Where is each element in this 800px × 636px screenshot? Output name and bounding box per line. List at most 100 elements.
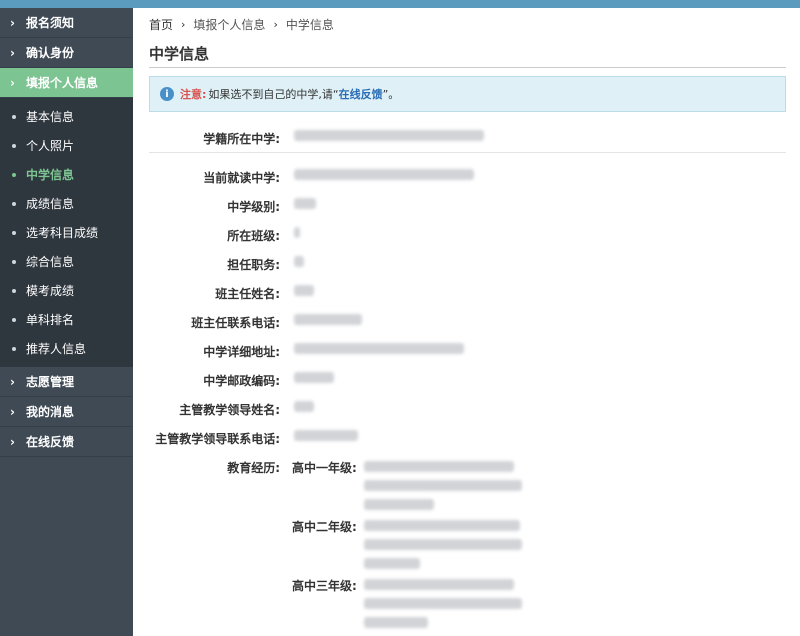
chevron-right-icon: ›	[273, 17, 278, 31]
form-row-current-school: 当前就读中学:	[149, 163, 786, 192]
sub-item-referee-info[interactable]: 推荐人信息	[0, 334, 133, 363]
nav-item-label: 在线反馈	[26, 435, 75, 449]
online-feedback-link[interactable]: 在线反馈	[339, 86, 383, 102]
chevron-right-icon: ›	[10, 434, 15, 449]
field-value-redacted	[294, 163, 474, 183]
main-content: 首页 › 填报个人信息 › 中学信息 中学信息 i 注意: 如果选不到自己的中学…	[149, 8, 786, 636]
form-row-leader-phone: 主管教学领导联系电话:	[149, 424, 786, 453]
sub-item-basic-info[interactable]: 基本信息	[0, 102, 133, 131]
sub-item-label: 成绩信息	[26, 197, 75, 211]
bullet-icon	[12, 172, 16, 177]
form-row-school-registry: 学籍所在中学:	[149, 124, 786, 153]
field-label: 学籍所在中学:	[203, 132, 280, 146]
breadcrumb-current: 中学信息	[285, 17, 334, 32]
nav-item-registration-notice[interactable]: › 报名须知	[0, 8, 133, 38]
field-label: 担任职务:	[227, 258, 280, 272]
nav-item-application-management[interactable]: › 志愿管理	[0, 367, 133, 397]
form-row-postal-code: 中学邮政编码:	[149, 366, 786, 395]
sub-item-school-info[interactable]: 中学信息	[0, 160, 133, 189]
breadcrumb-level2[interactable]: 填报个人信息	[193, 16, 265, 33]
notice-text-after: ”。	[382, 88, 400, 101]
subnav-personal-info: 基本信息 个人照片 中学信息 成绩信息 选考科目成绩 综合信息 模考成绩 单科排…	[0, 98, 133, 367]
bullet-icon	[12, 201, 16, 206]
sub-item-comprehensive-info[interactable]: 综合信息	[0, 247, 133, 276]
notice-text-before: 如果选不到自己的中学,请“	[208, 88, 339, 101]
nav-item-online-feedback[interactable]: › 在线反馈	[0, 427, 133, 457]
bullet-icon	[12, 114, 16, 119]
sub-item-elective-grades[interactable]: 选考科目成绩	[0, 218, 133, 247]
nav-item-label: 我的消息	[26, 405, 75, 419]
form-row-head-teacher-phone: 班主任联系电话:	[149, 308, 786, 337]
education-grade1: 高中一年级:	[292, 459, 522, 510]
field-value-redacted	[294, 424, 358, 444]
field-label: 班主任姓名:	[215, 287, 280, 301]
field-value-redacted	[294, 192, 316, 212]
form-row-position: 担任职务:	[149, 250, 786, 279]
field-label: 主管教学领导联系电话:	[155, 432, 280, 446]
form-row-education: 教育经历: 高中一年级: 高中二年级: 高中三年级:	[149, 453, 786, 636]
chevron-right-icon: ›	[10, 75, 15, 90]
nav-item-fill-personal-info[interactable]: › 填报个人信息	[0, 68, 133, 98]
sub-item-label: 中学信息	[26, 168, 75, 182]
nav-item-label: 报名须知	[26, 16, 75, 30]
bullet-icon	[12, 230, 16, 235]
bullet-icon	[12, 317, 16, 322]
field-label: 教育经历:	[227, 461, 280, 475]
field-value-redacted	[294, 337, 464, 357]
field-label: 中学级别:	[227, 200, 280, 214]
nav-item-confirm-identity[interactable]: › 确认身份	[0, 38, 133, 68]
nav-item-label: 填报个人信息	[26, 76, 99, 90]
notice-box: i 注意: 如果选不到自己的中学,请“ 在线反馈 ”。	[149, 76, 786, 112]
field-label: 中学邮政编码:	[203, 374, 280, 388]
field-label: 所在班级:	[227, 229, 280, 243]
field-value-redacted	[364, 459, 522, 510]
sub-item-label: 个人照片	[26, 139, 75, 153]
sub-item-label: 推荐人信息	[26, 342, 87, 356]
bullet-icon	[12, 346, 16, 351]
form-row-leader-name: 主管教学领导姓名:	[149, 395, 786, 424]
form-row-head-teacher-name: 班主任姓名:	[149, 279, 786, 308]
education-grade-label: 高中一年级:	[292, 461, 357, 475]
nav-item-my-messages[interactable]: › 我的消息	[0, 397, 133, 427]
field-label: 班主任联系电话:	[191, 316, 280, 330]
form-row-school-level: 中学级别:	[149, 192, 786, 221]
school-info-form: 学籍所在中学: 当前就读中学: 中学级别: 所在班级: 担任职务: 班主任姓名:…	[149, 124, 786, 636]
education-grade-label: 高中三年级:	[292, 579, 357, 593]
notice-label: 注意:	[180, 88, 207, 101]
chevron-right-icon: ›	[10, 15, 15, 30]
field-value-redacted	[294, 395, 314, 415]
education-grade3: 高中三年级:	[292, 577, 522, 628]
field-label: 当前就读中学:	[203, 171, 280, 185]
sidebar: › 报名须知 › 确认身份 › 填报个人信息 基本信息 个人照片 中学信息 成绩…	[0, 8, 133, 636]
field-value-redacted	[294, 221, 300, 241]
education-grade-label: 高中二年级:	[292, 520, 357, 534]
chevron-right-icon: ›	[10, 374, 15, 389]
field-label: 中学详细地址:	[203, 345, 280, 359]
form-row-class: 所在班级:	[149, 221, 786, 250]
chevron-right-icon: ›	[10, 45, 15, 60]
sub-item-mock-exam[interactable]: 模考成绩	[0, 276, 133, 305]
field-value-redacted	[364, 577, 522, 628]
breadcrumb: 首页 › 填报个人信息 › 中学信息	[149, 8, 786, 40]
nav-item-label: 志愿管理	[26, 375, 75, 389]
field-value-redacted	[364, 518, 522, 569]
sub-item-label: 选考科目成绩	[26, 226, 99, 240]
breadcrumb-home[interactable]: 首页	[149, 16, 173, 33]
field-label: 主管教学领导姓名:	[179, 403, 280, 417]
sub-item-grades[interactable]: 成绩信息	[0, 189, 133, 218]
field-value-redacted	[294, 279, 314, 299]
sub-item-subject-ranking[interactable]: 单科排名	[0, 305, 133, 334]
form-row-school-address: 中学详细地址:	[149, 337, 786, 366]
field-value-redacted	[294, 366, 334, 386]
info-icon: i	[160, 87, 174, 101]
education-grade2: 高中二年级:	[292, 518, 522, 569]
education-history: 高中一年级: 高中二年级: 高中三年级:	[292, 453, 522, 636]
bullet-icon	[12, 288, 16, 293]
sub-item-label: 基本信息	[26, 110, 75, 124]
top-accent-bar	[0, 0, 800, 8]
chevron-right-icon: ›	[10, 404, 15, 419]
field-value-redacted	[294, 124, 484, 144]
field-value-redacted	[294, 250, 304, 270]
sub-item-photo[interactable]: 个人照片	[0, 131, 133, 160]
page-title: 中学信息	[149, 40, 786, 68]
